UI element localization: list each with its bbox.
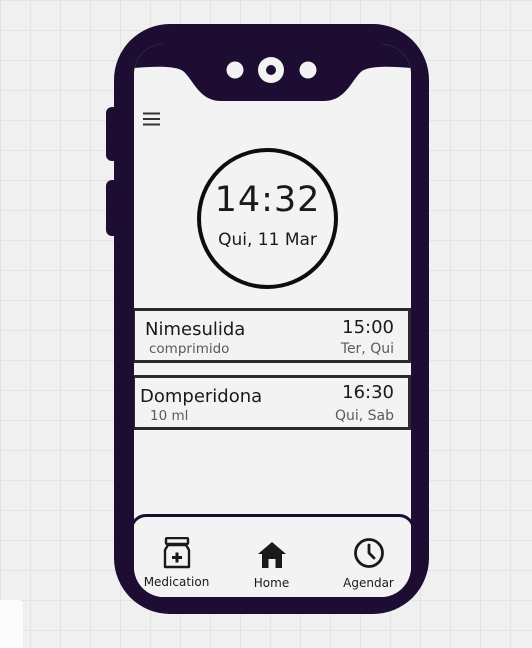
medication-days: Qui, Sab (334, 408, 394, 424)
medication-row[interactable]: Nimesulida comprimido 15:00 Ter, Qui (134, 308, 411, 363)
clock-widget: 14:32 Qui, 11 Mar (197, 148, 338, 289)
sensor-dot-right (299, 61, 317, 79)
nav-label-medication: Medication (143, 575, 210, 589)
bottom-nav-bar: Medication Home Agendar (134, 514, 411, 597)
medication-time: 16:30 (342, 382, 394, 403)
nav-label-agendar: Agendar (343, 576, 394, 590)
nav-item-agendar[interactable]: Agendar (321, 517, 411, 597)
sensor-dot-left (226, 61, 244, 79)
medication-days: Ter, Qui (340, 341, 394, 357)
clock-time: 14:32 (214, 180, 321, 220)
medication-dose: 10 ml (150, 408, 189, 424)
nav-label-home: Home (253, 576, 290, 590)
phone-frame: 14:32 Qui, 11 Mar Nimesulida comprimido … (114, 24, 429, 614)
canvas-panel-corner (0, 600, 23, 648)
medication-time: 15:00 (342, 317, 394, 338)
medication-row[interactable]: Domperidona 10 ml 16:30 Qui, Sab (134, 375, 411, 430)
medicine-bottle-icon (163, 537, 190, 569)
phone-screen: 14:32 Qui, 11 Mar Nimesulida comprimido … (134, 44, 411, 597)
nav-item-medication[interactable]: Medication (134, 517, 224, 597)
notch-camera-cutout (134, 44, 411, 101)
medication-name: Domperidona (140, 386, 263, 407)
clock-icon (353, 538, 384, 568)
medication-dose: comprimido (149, 341, 230, 357)
medication-name: Nimesulida (145, 319, 246, 340)
front-camera-lens (266, 65, 276, 75)
hamburger-menu-icon[interactable] (143, 112, 160, 126)
home-icon (257, 542, 286, 568)
nav-item-home[interactable]: Home (224, 517, 319, 597)
clock-date: Qui, 11 Mar (218, 230, 317, 250)
